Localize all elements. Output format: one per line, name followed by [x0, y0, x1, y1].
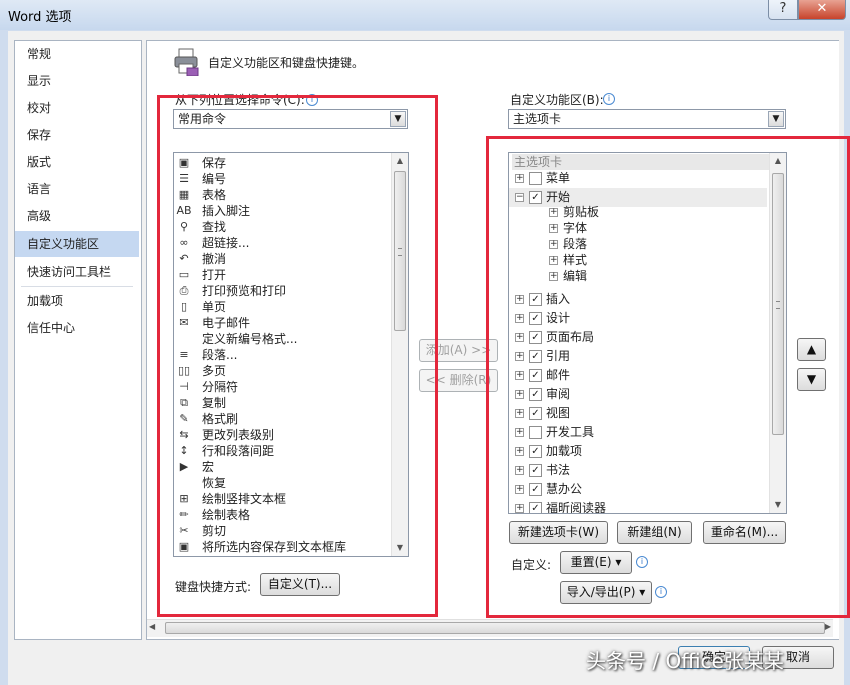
nav-item-advanced[interactable]: 高级	[15, 203, 139, 229]
close-button[interactable]: ✕	[798, 0, 846, 20]
nav-item-quick-access-toolbar[interactable]: 快速访问工具栏	[15, 259, 139, 285]
nav-divider	[21, 286, 133, 287]
scroll-left-icon[interactable]: ◀	[149, 622, 155, 631]
highlight-box-left	[157, 95, 438, 617]
horizontal-scrollbar[interactable]: ◀ ▶	[147, 619, 833, 637]
nav-item-add-ins[interactable]: 加载项	[15, 288, 139, 314]
nav-item-language[interactable]: 语言	[15, 176, 139, 202]
nav-item-general[interactable]: 常规	[15, 41, 139, 67]
nav-item-trust-center[interactable]: 信任中心	[15, 315, 139, 341]
watermark-text: 头条号 / Office张某某	[586, 649, 784, 673]
scroll-thumb[interactable]	[165, 622, 825, 634]
info-icon[interactable]: i	[603, 93, 615, 105]
nav-item-layout[interactable]: 版式	[15, 149, 139, 175]
help-button[interactable]: ?	[768, 0, 798, 20]
title-bar[interactable]: Word 选项	[0, 0, 850, 30]
nav-item-proofing[interactable]: 校对	[15, 95, 139, 121]
customize-ribbon-label: 自定义功能区(B):	[510, 93, 604, 107]
window-title: Word 选项	[8, 10, 72, 25]
header-title: 自定义功能区和键盘快捷键。	[208, 56, 365, 70]
customize-ribbon-dropdown[interactable]: 主选项卡 ▼	[508, 109, 786, 129]
customize-ribbon-value: 主选项卡	[513, 112, 562, 126]
nav-item-save[interactable]: 保存	[15, 122, 139, 148]
options-nav: 常规 显示 校对 保存 版式 语言 高级 自定义功能区 快速访问工具栏 加载项 …	[14, 40, 142, 640]
scroll-right-icon[interactable]: ▶	[825, 622, 831, 631]
nav-item-customize-ribbon[interactable]: 自定义功能区	[15, 231, 139, 257]
nav-item-display[interactable]: 显示	[15, 68, 139, 94]
highlight-box-right	[486, 136, 850, 618]
customize-ribbon-icon	[173, 48, 199, 77]
chevron-down-icon[interactable]: ▼	[768, 111, 784, 127]
